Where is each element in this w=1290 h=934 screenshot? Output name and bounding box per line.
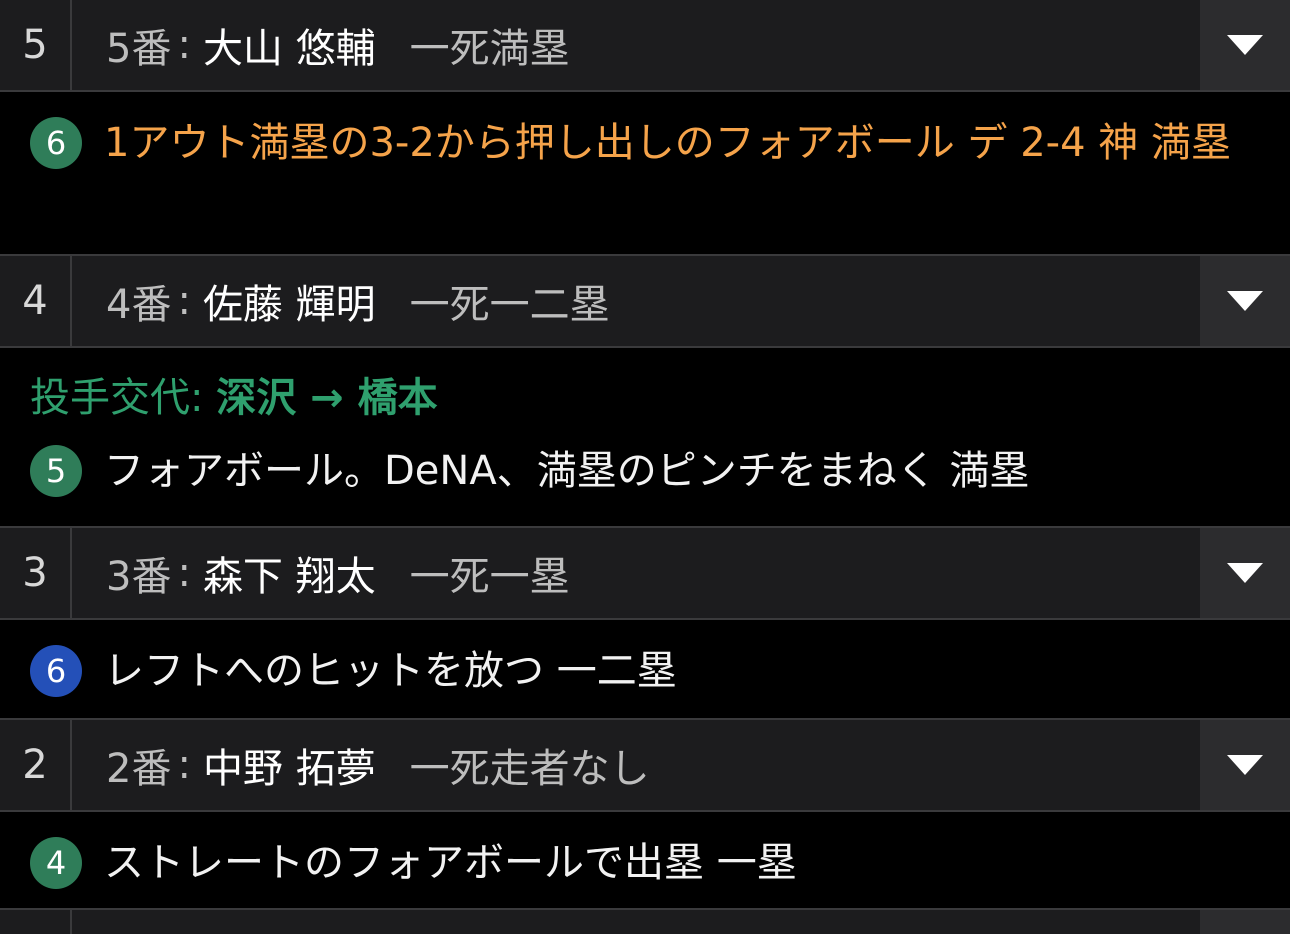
batter-separator: :: [177, 550, 191, 596]
pitcher-change-names: 深沢 → 橋本: [216, 375, 438, 421]
batter-info: [72, 910, 1200, 934]
batter-slot-label: 2番: [106, 746, 172, 792]
event-block: 投手交代: 深沢 → 橋本 5 フォアボール。DeNA、満塁のピンチをまねく 満…: [0, 348, 1290, 528]
expand-toggle-button[interactable]: [1200, 910, 1290, 934]
batting-order-number: 3: [0, 528, 72, 618]
expand-toggle-button[interactable]: [1200, 720, 1290, 810]
event-text: ストレートのフォアボールで出塁 一塁: [104, 840, 797, 886]
expand-toggle-button[interactable]: [1200, 256, 1290, 346]
event-block: 6 レフトへのヒットを放つ 一二塁: [0, 620, 1290, 720]
batter-name: 佐藤 輝明: [202, 282, 376, 328]
batter-separator: :: [177, 278, 191, 324]
batting-order-number: 4: [0, 256, 72, 346]
event-text: 1アウト満塁の3-2から押し出しのフォアボール デ 2-4 神 満塁: [104, 120, 1231, 166]
batter-row[interactable]: 5 5番: 大山 悠輔 一死満塁: [0, 0, 1290, 92]
batter-row[interactable]: 4 4番: 佐藤 輝明 一死一二塁: [0, 256, 1290, 348]
batter-name: 森下 翔太: [202, 554, 376, 600]
out-runner-status: 一死走者なし: [409, 746, 650, 792]
event-text: フォアボール。DeNA、満塁のピンチをまねく 満塁: [104, 448, 1030, 494]
chevron-down-icon: [1227, 35, 1263, 55]
event-item: 6 レフトへのヒットを放つ 一二塁: [0, 620, 1290, 704]
event-item: 5 フォアボール。DeNA、満塁のピンチをまねく 満塁: [0, 424, 1290, 504]
batter-separator: :: [177, 742, 191, 788]
batter-row[interactable]: 3 3番: 森下 翔太 一死一塁: [0, 528, 1290, 620]
out-runner-status: 一死一塁: [409, 554, 570, 600]
batting-order-number: 2: [0, 720, 72, 810]
batter-name: 中野 拓夢: [202, 746, 376, 792]
event-text: レフトへのヒットを放つ 一二塁: [104, 648, 677, 694]
batter-name: 大山 悠輔: [202, 26, 376, 72]
pitcher-change-label: 投手交代:: [30, 375, 204, 421]
batter-separator: :: [177, 22, 191, 68]
batter-row[interactable]: 2 2番: 中野 拓夢 一死走者なし: [0, 720, 1290, 812]
batter-slot-label: 3番: [106, 554, 172, 600]
chevron-down-icon: [1227, 755, 1263, 775]
batting-order-number: 5: [0, 0, 72, 90]
pitch-count-badge: 6: [30, 645, 82, 697]
chevron-down-icon: [1227, 291, 1263, 311]
batter-slot-label: 4番: [106, 282, 172, 328]
batter-info: 3番: 森下 翔太 一死一塁: [72, 528, 1200, 618]
batter-slot-label: 5番: [106, 26, 172, 72]
pitcher-change-notice: 投手交代: 深沢 → 橋本: [0, 348, 1290, 424]
event-item: 4 ストレートのフォアボールで出塁 一塁: [0, 812, 1290, 896]
pitch-count-badge: 6: [30, 117, 82, 169]
batter-info: 4番: 佐藤 輝明 一死一二塁: [72, 256, 1200, 346]
out-runner-status: 一死満塁: [409, 26, 570, 72]
out-runner-status: 一死一二塁: [409, 282, 610, 328]
event-block: 4 ストレートのフォアボールで出塁 一塁: [0, 812, 1290, 910]
pitch-count-badge: 4: [30, 837, 82, 889]
batter-row[interactable]: [0, 910, 1290, 934]
expand-toggle-button[interactable]: [1200, 0, 1290, 90]
chevron-down-icon: [1227, 563, 1263, 583]
batter-info: 5番: 大山 悠輔 一死満塁: [72, 0, 1200, 90]
play-by-play-feed: 5 5番: 大山 悠輔 一死満塁 6 1アウト満塁の3-2から押し出しのフォアボール…: [0, 0, 1290, 934]
event-item: 6 1アウト満塁の3-2から押し出しのフォアボール デ 2-4 神 満塁: [0, 92, 1290, 176]
batter-info: 2番: 中野 拓夢 一死走者なし: [72, 720, 1200, 810]
pitch-count-badge: 5: [30, 445, 82, 497]
event-block: 6 1アウト満塁の3-2から押し出しのフォアボール デ 2-4 神 満塁: [0, 92, 1290, 256]
batting-order-number: [0, 910, 72, 934]
expand-toggle-button[interactable]: [1200, 528, 1290, 618]
